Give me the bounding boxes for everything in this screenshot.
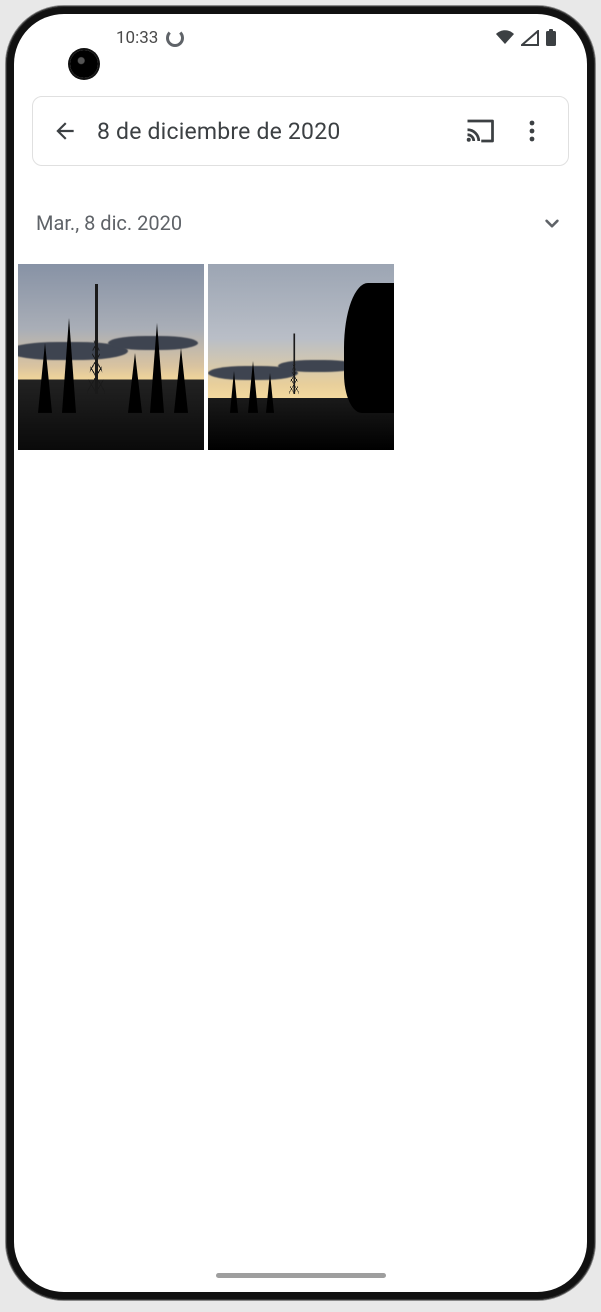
battery-icon [545, 29, 557, 47]
back-button[interactable] [41, 107, 89, 155]
status-time: 10:33 [116, 28, 158, 48]
status-bar: 10:33 [14, 14, 587, 62]
app-bar-title: 8 de diciembre de 2020 [93, 118, 452, 145]
gesture-bar[interactable] [216, 1273, 386, 1278]
status-right [495, 29, 557, 47]
phone-screen: 10:33 8 de diciembre de 2020 [14, 14, 587, 1292]
app-bar: 8 de diciembre de 2020 [32, 96, 569, 166]
more-vert-icon [529, 119, 535, 143]
photo-thumbnail[interactable] [208, 264, 394, 450]
phone-frame: 10:33 8 de diciembre de 2020 [6, 6, 595, 1300]
more-button[interactable] [508, 107, 556, 155]
status-left: 10:33 [116, 28, 184, 48]
photo-grid [18, 236, 587, 450]
cast-button[interactable] [456, 107, 504, 155]
cellular-icon [521, 30, 539, 46]
date-label: Mar., 8 dic. 2020 [36, 211, 539, 235]
photo-thumbnail[interactable] [18, 264, 204, 450]
date-header[interactable]: Mar., 8 dic. 2020 [14, 166, 587, 236]
cast-icon [465, 118, 495, 144]
wifi-icon [495, 30, 515, 46]
arrow-left-icon [52, 118, 78, 144]
loading-spinner-icon [166, 29, 184, 47]
chevron-down-icon [539, 210, 565, 236]
